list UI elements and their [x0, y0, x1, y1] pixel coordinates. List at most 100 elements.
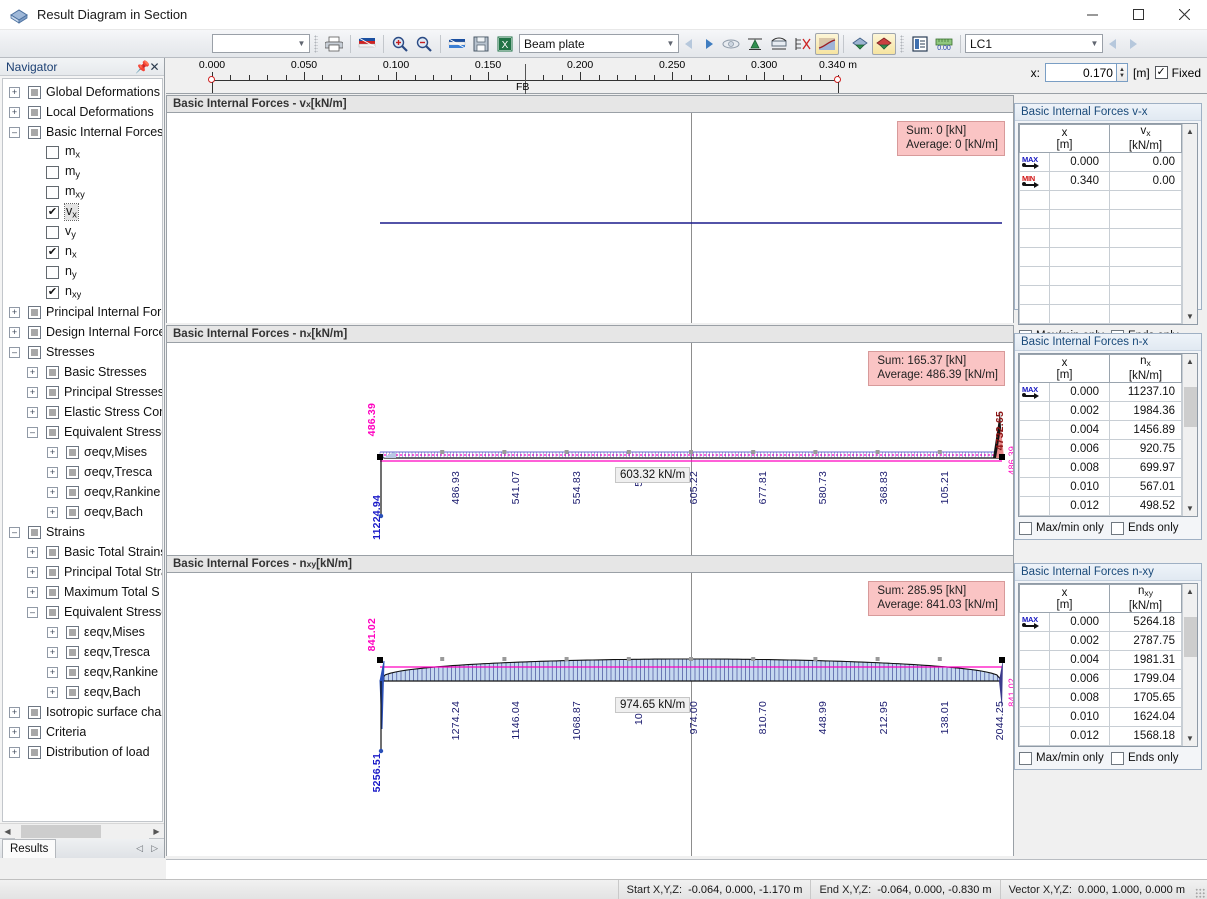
tree-item-v[interactable]: ✔ vx — [3, 202, 162, 222]
group-marker-icon[interactable] — [28, 325, 41, 339]
group-marker-icon[interactable] — [46, 405, 59, 419]
maxmin-checkbox-box[interactable] — [1019, 521, 1032, 535]
expand-icon[interactable]: + — [47, 466, 58, 478]
col-header-value[interactable]: nxy [kN/m] — [1109, 584, 1182, 613]
collapse-icon[interactable]: – — [9, 346, 20, 358]
expand-icon[interactable]: + — [47, 666, 58, 678]
table-row[interactable]: 0.012 498.52 — [1019, 496, 1182, 516]
tree-item-m[interactable]: mxy — [3, 182, 162, 202]
expand-icon[interactable]: + — [9, 706, 20, 718]
checkbox[interactable] — [46, 185, 59, 199]
hscroll-thumb[interactable] — [21, 824, 101, 838]
tree-item-equivalent-stresse[interactable]: – Equivalent Stresse — [3, 602, 162, 622]
tree-item-principal-total-stra[interactable]: + Principal Total Stra — [3, 562, 162, 582]
expand-icon[interactable]: + — [27, 406, 38, 418]
tree-item-eqv-tresca[interactable]: + σeqv,Tresca — [3, 462, 162, 482]
group-marker-icon[interactable] — [28, 745, 41, 759]
tree-item-equivalent-stresse[interactable]: – Equivalent Stresse — [3, 422, 162, 442]
vscroll-track[interactable] — [1183, 369, 1198, 501]
table-row[interactable]: 0.008 699.97 — [1019, 458, 1182, 478]
scroll-left-icon[interactable]: ◀ — [0, 823, 15, 839]
group-marker-icon[interactable] — [28, 105, 41, 119]
result-table-grid-2[interactable]: x [m] nxy [kN/m] MAX 0.000 5264.18 0.002 2787.75… — [1018, 584, 1182, 746]
chevron-up-icon[interactable]: ▲ — [1183, 584, 1198, 599]
expand-icon[interactable]: + — [47, 446, 58, 458]
excel-export-button[interactable]: X — [493, 33, 517, 55]
chevron-up-icon[interactable]: ▲ — [1183, 354, 1198, 369]
table-row[interactable]: 0.012 1568.18 — [1019, 726, 1182, 746]
group-marker-icon[interactable] — [66, 465, 79, 479]
zoom-out-button[interactable] — [412, 33, 436, 55]
tree-item-isotropic-surface-char[interactable]: + Isotropic surface char — [3, 702, 162, 722]
checkbox[interactable]: ✔ — [46, 205, 59, 219]
tree-item-n[interactable]: ny — [3, 262, 162, 282]
smoothing-button[interactable] — [767, 33, 791, 55]
tree-item-elastic-stress-com[interactable]: + Elastic Stress Com — [3, 402, 162, 422]
tree-item-criteria[interactable]: + Criteria — [3, 722, 162, 742]
table-row[interactable]: MAX 0.000 11237.10 — [1019, 382, 1182, 402]
vscroll-track[interactable] — [1183, 599, 1198, 731]
tab-results[interactable]: Results — [2, 839, 57, 858]
group-marker-icon[interactable] — [66, 505, 79, 519]
close-button[interactable] — [1161, 0, 1207, 30]
maximize-button[interactable] — [1115, 0, 1161, 30]
collapse-icon[interactable]: – — [9, 126, 20, 138]
group-marker-icon[interactable] — [28, 85, 41, 99]
tree-item-strains[interactable]: – Strains — [3, 522, 162, 542]
vscroll-thumb[interactable] — [1183, 617, 1197, 657]
group-marker-icon[interactable] — [28, 525, 41, 539]
checkbox[interactable] — [46, 265, 59, 279]
group-marker-icon[interactable] — [46, 605, 59, 619]
tree-item-eqv-rankine[interactable]: + σeqv,Rankine — [3, 482, 162, 502]
numeric-button[interactable]: 0.00 — [932, 33, 956, 55]
ends-only-checkbox[interactable]: Ends only — [1111, 521, 1197, 535]
values-button[interactable] — [791, 33, 815, 55]
checkbox[interactable] — [46, 145, 59, 159]
group-marker-icon[interactable] — [66, 485, 79, 499]
resize-grip[interactable] — [1193, 880, 1207, 899]
ends-only-checkbox[interactable]: Ends only — [1111, 751, 1197, 765]
group-marker-icon[interactable] — [46, 565, 59, 579]
group-marker-icon[interactable] — [28, 725, 41, 739]
expand-icon[interactable]: + — [47, 646, 58, 658]
expand-icon[interactable]: + — [9, 106, 20, 118]
collapse-icon[interactable]: – — [27, 426, 38, 438]
x-input[interactable]: 0.170 — [1044, 63, 1117, 82]
section-right-button[interactable] — [872, 32, 896, 55]
checkbox[interactable] — [46, 225, 59, 239]
expand-icon[interactable]: + — [27, 386, 38, 398]
col-header-x[interactable]: x [m] — [1018, 354, 1111, 383]
col-header-x[interactable]: x [m] — [1018, 584, 1111, 613]
minimize-button[interactable] — [1069, 0, 1115, 30]
next-object-button[interactable] — [699, 33, 719, 55]
zoom-in-button[interactable] — [388, 33, 412, 55]
chevron-up-icon[interactable]: ▲ — [1183, 124, 1198, 139]
tree-item-maximum-total-s[interactable]: + Maximum Total S — [3, 582, 162, 602]
expand-icon[interactable]: + — [9, 326, 20, 338]
expand-icon[interactable]: + — [47, 486, 58, 498]
save-button[interactable] — [469, 33, 493, 55]
table-row[interactable] — [1019, 228, 1182, 248]
tab-prev-icon[interactable]: ◁ — [136, 843, 143, 854]
maxmin-checkbox-box[interactable] — [1019, 751, 1032, 765]
chevron-down-icon[interactable]: ▼ — [1183, 731, 1198, 746]
table-row[interactable]: 0.010 1624.04 — [1019, 707, 1182, 727]
group-marker-icon[interactable] — [66, 445, 79, 459]
ends-checkbox-box[interactable] — [1111, 521, 1124, 535]
table-vscrollbar-2[interactable]: ▲ ▼ — [1182, 584, 1197, 746]
tree-item-global-deformations[interactable]: + Global Deformations — [3, 82, 162, 102]
expand-icon[interactable]: + — [9, 306, 20, 318]
ends-checkbox-box[interactable] — [1111, 751, 1124, 765]
table-vscrollbar-1[interactable]: ▲ ▼ — [1182, 354, 1197, 516]
table-row[interactable] — [1019, 285, 1182, 305]
tab-scroll-arrows[interactable]: ◁ ▷ — [136, 843, 164, 854]
pin-icon[interactable]: 📌 — [135, 60, 150, 74]
tree-item-basic-total-strains[interactable]: + Basic Total Strains — [3, 542, 162, 562]
tree-item-local-deformations[interactable]: + Local Deformations — [3, 102, 162, 122]
tree-item-stresses[interactable]: – Stresses — [3, 342, 162, 362]
group-marker-icon[interactable] — [28, 345, 41, 359]
result-table-grid-0[interactable]: x [m] vx [kN/m] MAX 0.000 0.00 MIN 0.340 0.00 — [1018, 124, 1182, 324]
col-header-x[interactable]: x [m] — [1018, 124, 1111, 153]
tree-item-principal-stresses[interactable]: + Principal Stresses — [3, 382, 162, 402]
checkbox[interactable] — [46, 165, 59, 179]
